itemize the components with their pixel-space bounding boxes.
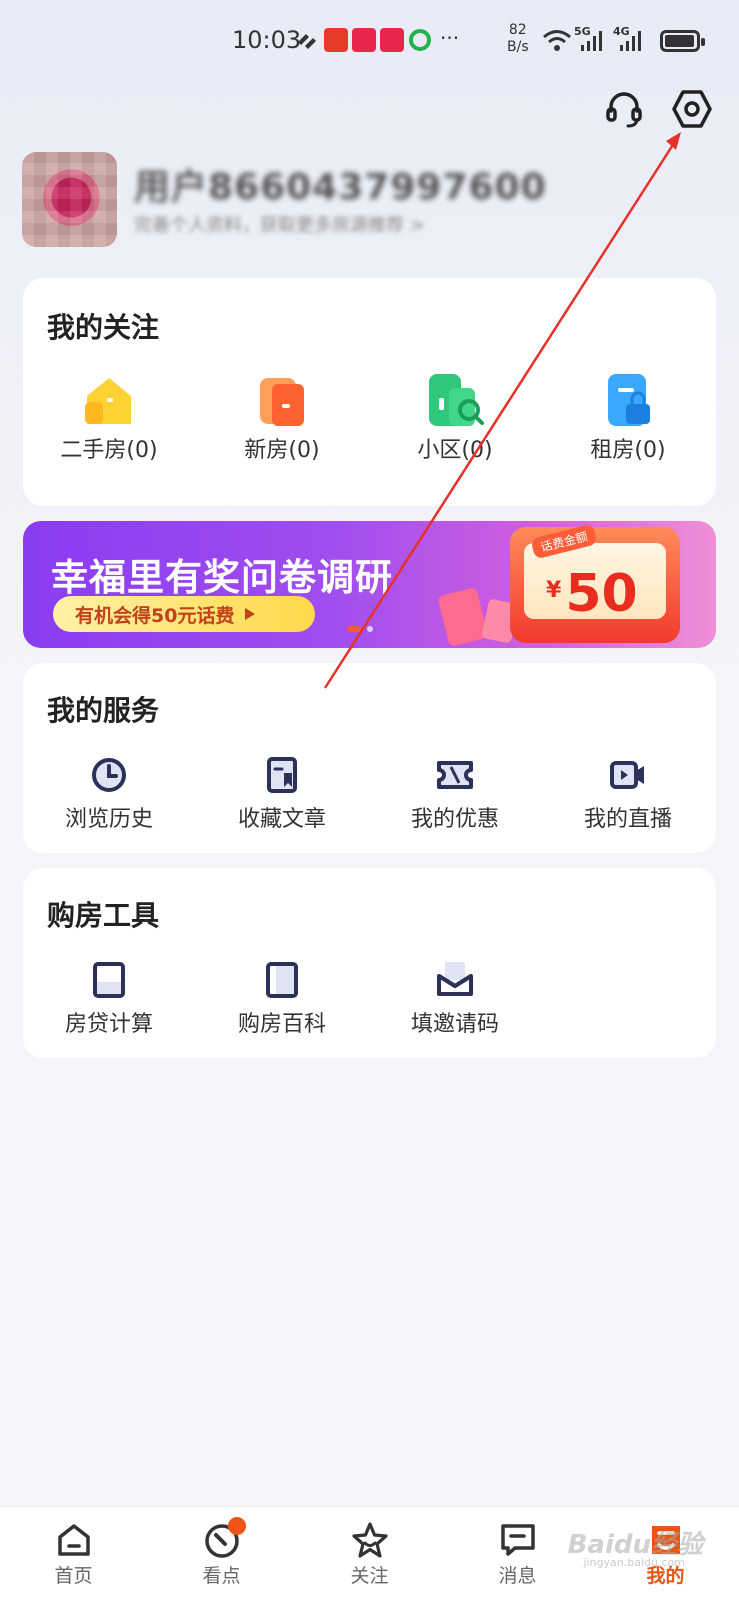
calculator-icon — [93, 962, 125, 998]
notification-badge — [228, 1517, 246, 1535]
wifi-icon — [542, 28, 572, 56]
signal-5g-icon — [580, 30, 604, 56]
notification-app-icon-1 — [324, 28, 348, 52]
signal-4g-icon — [619, 30, 643, 56]
user-name[interactable]: 用户8660437997600 — [134, 158, 547, 210]
banner-cta-label: 有机会得50元话费 — [75, 604, 235, 627]
services-card-title: 我的服务 — [47, 694, 160, 727]
service-saved-articles[interactable]: 收藏文章 — [196, 755, 368, 833]
service-my-live[interactable]: 我的直播 — [542, 755, 714, 833]
coupon-amount: ¥50 — [546, 564, 638, 624]
notification-app-icon-2 — [352, 28, 376, 52]
follow-card-title: 我的关注 — [47, 311, 160, 344]
follow-item-label: 小区(0) — [417, 438, 493, 463]
notification-app-icon-3 — [380, 28, 404, 52]
notification-app-icon-4 — [409, 29, 431, 51]
house-icon — [85, 378, 131, 424]
status-time: 10:03 — [232, 26, 302, 54]
tab-highlights[interactable]: 看点 — [148, 1507, 295, 1600]
follow-second-hand-house[interactable]: 二手房(0) — [23, 368, 195, 464]
follow-new-house[interactable]: 新房(0) — [196, 368, 368, 464]
tab-label: 首页 — [54, 1565, 93, 1587]
follow-rental[interactable]: 租房(0) — [542, 368, 714, 464]
book-icon — [266, 962, 298, 998]
follow-item-label: 二手房(0) — [60, 438, 158, 463]
play-triangle-icon — [245, 608, 256, 620]
tools-card: 购房工具 房贷计算 购房百科 填邀请码 — [23, 868, 716, 1058]
carousel-dot-active — [347, 626, 361, 632]
profile-subtitle[interactable]: 完善个人资料，获取更多房源推荐 > — [134, 211, 425, 237]
survey-banner[interactable]: 幸福里有奖问卷调研 有机会得50元话费 ¥50 话费金额 — [23, 521, 716, 648]
banner-title: 幸福里有奖问卷调研 — [51, 556, 393, 599]
settings-hexagon-icon — [672, 90, 712, 128]
watermark-url: jingyan.baidu.com — [583, 1556, 685, 1569]
tool-home-buying-wiki[interactable]: 购房百科 — [196, 960, 368, 1038]
services-card: 我的服务 浏览历史 收藏文章 我的优惠 我的直播 — [23, 663, 716, 853]
tool-label: 房贷计算 — [64, 1012, 153, 1037]
follow-item-label: 租房(0) — [590, 438, 666, 463]
more-notifications-icon: ··· — [440, 26, 460, 50]
ticket-icon — [437, 761, 473, 789]
avatar[interactable] — [22, 152, 117, 247]
status-bar: 10:03 ··· 82 B/s 5G 4G — [0, 0, 739, 80]
message-icon — [500, 1524, 535, 1556]
service-browse-history[interactable]: 浏览历史 — [23, 755, 195, 833]
tiktok-icon — [296, 30, 318, 50]
follow-community[interactable]: 小区(0) — [369, 368, 541, 464]
settings-button[interactable] — [669, 86, 715, 132]
coupon-graphic: ¥50 话费金额 — [510, 523, 680, 643]
banner-cta[interactable]: 有机会得50元话费 — [53, 596, 315, 632]
service-label: 我的优惠 — [410, 807, 499, 832]
envelope-icon — [437, 962, 473, 996]
headset-icon — [606, 92, 642, 128]
bookmark-doc-icon — [267, 757, 297, 793]
tool-label: 购房百科 — [237, 1012, 326, 1037]
community-search-icon — [429, 374, 484, 426]
follow-item-label: 新房(0) — [244, 438, 320, 463]
tools-card-title: 购房工具 — [47, 899, 160, 932]
tab-label: 消息 — [498, 1565, 537, 1587]
video-camera-icon — [610, 761, 644, 789]
follow-card: 我的关注 二手房(0) 新房(0) 小区(0) 租房(0) — [23, 278, 716, 506]
rent-lock-icon — [608, 374, 650, 426]
network-speed: 82 B/s — [507, 22, 529, 55]
customer-service-button[interactable] — [601, 86, 647, 132]
service-label: 浏览历史 — [64, 807, 153, 832]
tool-mortgage-calculator[interactable]: 房贷计算 — [23, 960, 195, 1038]
battery-icon — [660, 30, 705, 52]
tab-follow[interactable]: 关注 — [296, 1507, 443, 1600]
clock-icon — [92, 758, 126, 792]
service-my-coupons[interactable]: 我的优惠 — [369, 755, 541, 833]
service-label: 我的直播 — [583, 807, 672, 832]
tool-enter-invite-code[interactable]: 填邀请码 — [369, 960, 541, 1038]
tool-label: 填邀请码 — [410, 1012, 499, 1037]
carousel-dot — [367, 626, 373, 632]
star-icon — [351, 1522, 388, 1558]
service-label: 收藏文章 — [237, 807, 326, 832]
tab-home[interactable]: 首页 — [0, 1507, 147, 1600]
tab-label: 看点 — [202, 1565, 241, 1587]
building-icon — [260, 378, 304, 426]
tab-label: 关注 — [350, 1565, 389, 1587]
home-icon — [57, 1524, 90, 1556]
